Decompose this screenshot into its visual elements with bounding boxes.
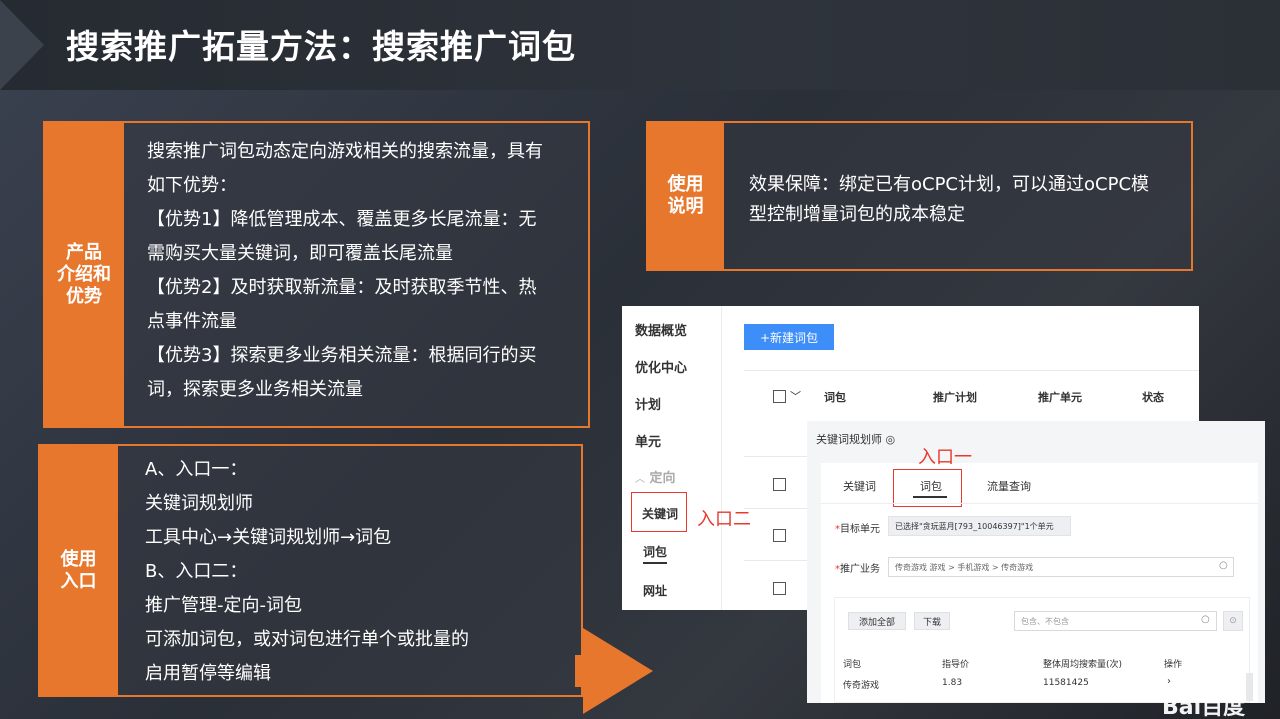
help-icon[interactable]: ◎ (886, 433, 896, 446)
planner-content: 关键词 词包 流量查询 *目标单元 已选择"贪玩蓝月[793_10046397]… (821, 463, 1258, 703)
col-wordpack: 词包 (824, 391, 846, 404)
th-wordpack: 词包 (843, 660, 862, 670)
page-title: 搜索推广拓量方法：搜索推广词包 (66, 27, 576, 66)
target-unit-label: *目标单元 (835, 524, 880, 535)
divider (744, 370, 1199, 371)
col-status: 状态 (1142, 391, 1164, 404)
th-volume: 整体周均搜索量(次) (1043, 660, 1123, 670)
row-checkbox[interactable] (773, 582, 786, 595)
nav-plan[interactable]: 计划 (635, 394, 661, 413)
tab-traffic-query[interactable]: 流量查询 (987, 478, 1031, 494)
arrow-right-icon (583, 628, 653, 714)
search-icon[interactable]: ○ (1201, 614, 1210, 625)
active-tab-underline (913, 496, 947, 498)
entry-panel-tab: 使用 入口 (39, 445, 118, 696)
row-wordpack: 传奇游戏 (843, 681, 880, 691)
tab-keyword[interactable]: 关键词 (843, 478, 876, 494)
baidu-logo: Bai百度 (1162, 695, 1246, 719)
business-input[interactable]: 传奇游戏 游戏 > 手机游戏 > 传奇游戏 (888, 557, 1234, 577)
keyword-planner-title: 关键词规划师 ◎ (816, 433, 896, 446)
entry-one-label: 入口一 (918, 447, 972, 468)
nav-targeting[interactable]: ︿ 定向 (635, 467, 676, 486)
nav-url[interactable]: 网址 (643, 582, 667, 599)
row-checkbox[interactable] (773, 529, 786, 542)
entry-panel-text: A、入口一： 关键词规划师 工具中心→关键词规划师→词包 B、入口二： 推广管理-定… (145, 459, 469, 684)
settings-icon[interactable]: ⊙ (1223, 611, 1243, 631)
divider (821, 503, 1258, 504)
scrollbar[interactable] (1246, 673, 1253, 701)
target-unit-select[interactable]: 已选择"贪玩蓝月[793_10046397]"1个单元 (888, 516, 1071, 536)
search-icon[interactable]: ○ (1219, 560, 1228, 571)
th-price: 指导价 (942, 660, 970, 670)
usage-panel-tab: 使用 说明 (647, 122, 724, 270)
select-all-checkbox[interactable] (773, 390, 786, 403)
new-wordpack-button[interactable]: +新建词包 (744, 324, 834, 350)
row-checkbox[interactable] (773, 478, 786, 491)
row-price: 1.83 (942, 678, 963, 688)
keyword-planner-screenshot: 关键词规划师 ◎ 关键词 词包 流量查询 *目标单元 已选择"贪玩蓝月[793_… (807, 421, 1265, 703)
nav-wordpack[interactable]: 词包 (643, 543, 668, 564)
th-operation: 操作 (1164, 660, 1183, 670)
business-label: *推广业务 (835, 564, 880, 575)
usage-panel-text: 效果保障：绑定已有oCPC计划，可以通过oCPC模 型控制增量词包的成本稳定 (749, 174, 1150, 225)
entry-two-label: 入口二 (697, 509, 751, 530)
title-chevron (0, 0, 44, 90)
nav-data-overview[interactable]: 数据概览 (635, 320, 687, 339)
nav-optimization[interactable]: 优化中心 (635, 357, 687, 376)
col-plan: 推广计划 (933, 391, 977, 404)
nav-keyword[interactable]: 关键词 (642, 505, 678, 522)
sidebar: 数据概览 优化中心 计划 单元 ︿ 定向 关键词 词包 网址 (622, 306, 722, 610)
col-unit: 推广单元 (1038, 391, 1082, 404)
add-all-button[interactable]: 添加全部 (848, 612, 906, 630)
download-button[interactable]: 下载 (914, 612, 950, 630)
row-volume: 11581425 (1043, 678, 1089, 688)
nav-unit[interactable]: 单元 (635, 431, 661, 450)
chevron-down-icon[interactable]: ﹀ (790, 388, 801, 404)
product-panel-text: 搜索推广词包动态定向游戏相关的搜索流量，具有 如下优势： 【优势1】降低管理成本、… (147, 141, 543, 400)
tab-wordpack[interactable]: 词包 (920, 478, 942, 494)
product-panel-tab: 产品 介绍和 优势 (44, 122, 124, 427)
row-action-chevron-icon[interactable]: › (1167, 676, 1171, 687)
filter-input[interactable]: 包含、不包含 (1014, 611, 1217, 631)
